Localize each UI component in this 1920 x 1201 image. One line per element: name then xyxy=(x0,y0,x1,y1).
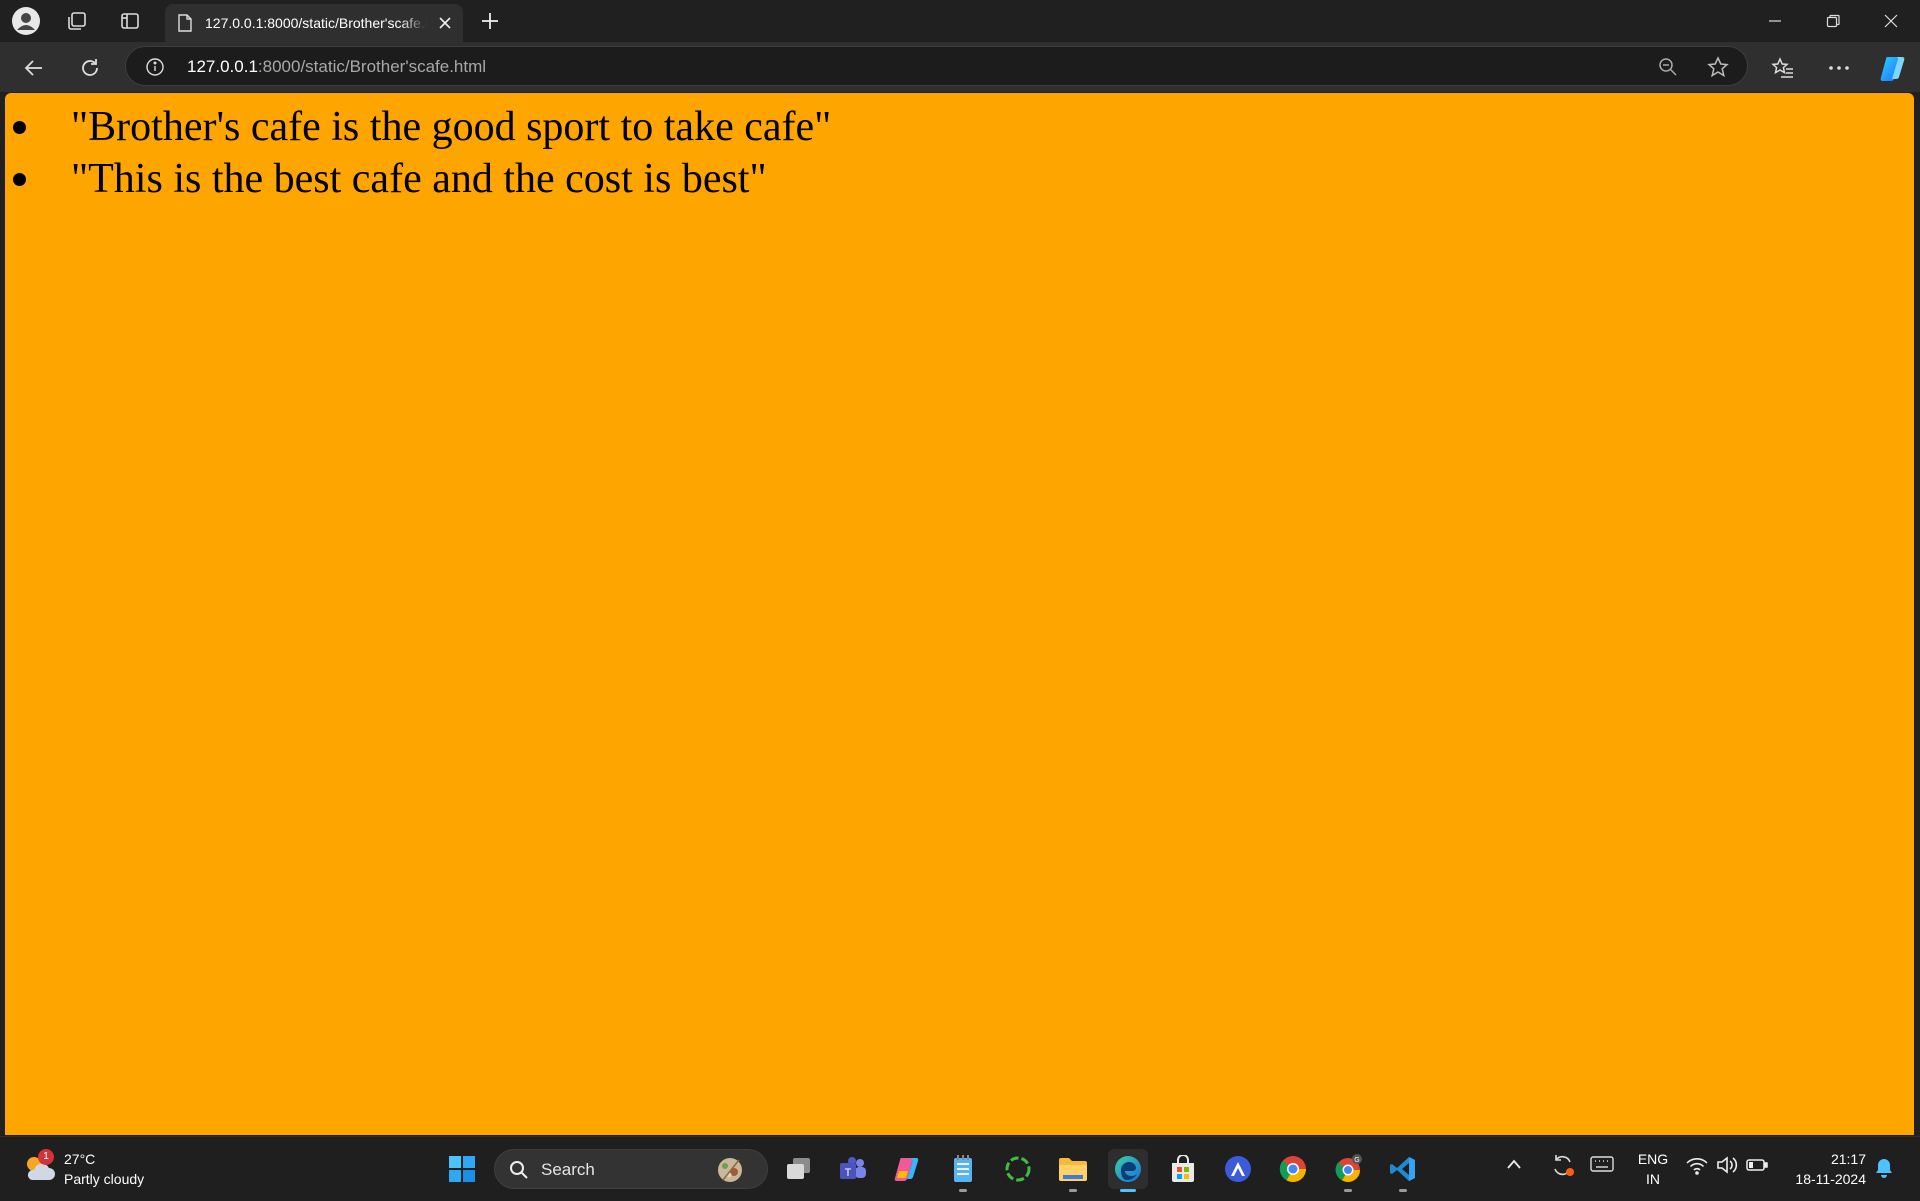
running-indicator xyxy=(1069,1189,1077,1192)
edge-icon[interactable] xyxy=(1108,1149,1148,1192)
start-icon[interactable] xyxy=(442,1149,482,1189)
browser-tab[interactable]: 127.0.0.1:8000/static/Brother'scafe.html xyxy=(165,4,463,42)
battery-icon[interactable] xyxy=(1746,1157,1768,1178)
active-indicator xyxy=(1120,1189,1136,1192)
browser-titlebar: 127.0.0.1:8000/static/Brother'scafe.html xyxy=(0,0,1920,42)
url-host: 127.0.0.1 xyxy=(187,57,258,76)
quote-text: "Brother's cafe is the good sport to tak… xyxy=(71,104,832,150)
search-label: Search xyxy=(541,1160,595,1179)
back-icon[interactable] xyxy=(14,48,54,88)
taskbar-search[interactable]: Search xyxy=(494,1149,768,1189)
running-indicator xyxy=(959,1189,967,1192)
weather-temp: 27°C xyxy=(64,1151,96,1167)
running-indicator xyxy=(1344,1189,1352,1192)
language-indicator[interactable]: ENG IN xyxy=(1632,1149,1674,1189)
wifi-icon[interactable] xyxy=(1686,1157,1708,1180)
vscode-icon[interactable] xyxy=(1383,1149,1423,1192)
page-icon xyxy=(175,13,195,33)
notification-bell-icon[interactable] xyxy=(1874,1157,1894,1184)
language-code: ENG xyxy=(1637,1151,1669,1167)
notepad-icon[interactable] xyxy=(943,1149,983,1192)
search-icon xyxy=(509,1160,529,1185)
workspaces-icon[interactable] xyxy=(57,5,97,37)
minimize-icon[interactable] xyxy=(1746,0,1804,42)
favorites-icon[interactable] xyxy=(1765,50,1801,86)
search-highlight-icon xyxy=(713,1154,747,1184)
star-icon[interactable] xyxy=(1706,55,1730,79)
tab-actions-icon[interactable] xyxy=(110,5,150,37)
clock-date: 18-11-2024 xyxy=(1795,1171,1866,1187)
language-region: IN xyxy=(1646,1171,1660,1187)
url-text[interactable]: 127.0.0.1:8000/static/Brother'scafe.html xyxy=(187,57,486,77)
profile-icon[interactable] xyxy=(6,5,46,37)
sync-icon[interactable] xyxy=(1550,1153,1576,1184)
url-path: :8000/static/Brother'scafe.html xyxy=(257,57,487,76)
running-indicator xyxy=(1399,1189,1407,1192)
weather-widget[interactable]: 1 27°C Partly cloudy xyxy=(18,1147,168,1191)
copilot-app-icon[interactable] xyxy=(888,1149,928,1189)
copilot-icon[interactable] xyxy=(1875,50,1911,86)
teams-icon[interactable]: T xyxy=(833,1149,873,1189)
chrome-profile-icon[interactable]: G xyxy=(1328,1149,1368,1192)
file-explorer-icon[interactable] xyxy=(1053,1149,1093,1192)
zoom-out-icon[interactable] xyxy=(1656,55,1680,79)
clock[interactable]: 21:17 18-11-2024 xyxy=(1778,1149,1866,1189)
app-a-icon[interactable] xyxy=(1218,1149,1258,1189)
taskbar: 1 27°C Partly cloudy Search T G ENG IN 2… xyxy=(0,1136,1920,1201)
quote-text: "This is the best cafe and the cost is b… xyxy=(71,156,767,202)
chrome-icon[interactable] xyxy=(1273,1149,1313,1189)
close-icon[interactable] xyxy=(435,13,455,33)
browser-toolbar: 127.0.0.1:8000/static/Brother'scafe.html xyxy=(0,42,1920,92)
clock-time: 21:17 xyxy=(1830,1151,1866,1167)
weather-condition: Partly cloudy xyxy=(64,1171,145,1187)
chevron-up-icon[interactable] xyxy=(1506,1157,1522,1175)
close-window-icon[interactable] xyxy=(1862,0,1920,42)
address-bar[interactable]: 127.0.0.1:8000/static/Brother'scafe.html xyxy=(125,46,1748,86)
refresh-icon[interactable] xyxy=(70,48,110,88)
tab-title: 127.0.0.1:8000/static/Brother'scafe.html xyxy=(205,15,427,31)
circular-app-icon[interactable] xyxy=(998,1149,1038,1189)
keyboard-icon[interactable] xyxy=(1590,1155,1614,1178)
task-view-icon[interactable] xyxy=(778,1149,818,1189)
volume-icon[interactable] xyxy=(1716,1155,1738,1180)
bullet xyxy=(13,173,26,186)
info-icon[interactable] xyxy=(144,56,166,78)
store-icon[interactable] xyxy=(1163,1149,1203,1189)
more-icon[interactable] xyxy=(1821,50,1857,86)
page-content: "Brother's cafe is the good sport to tak… xyxy=(5,93,1914,1135)
svg-text:T: T xyxy=(845,1167,852,1179)
svg-text:G: G xyxy=(1354,1157,1359,1164)
restore-icon[interactable] xyxy=(1804,0,1862,42)
bullet xyxy=(13,121,26,134)
plus-icon[interactable] xyxy=(470,5,510,37)
weather-badge: 1 xyxy=(38,1149,54,1165)
